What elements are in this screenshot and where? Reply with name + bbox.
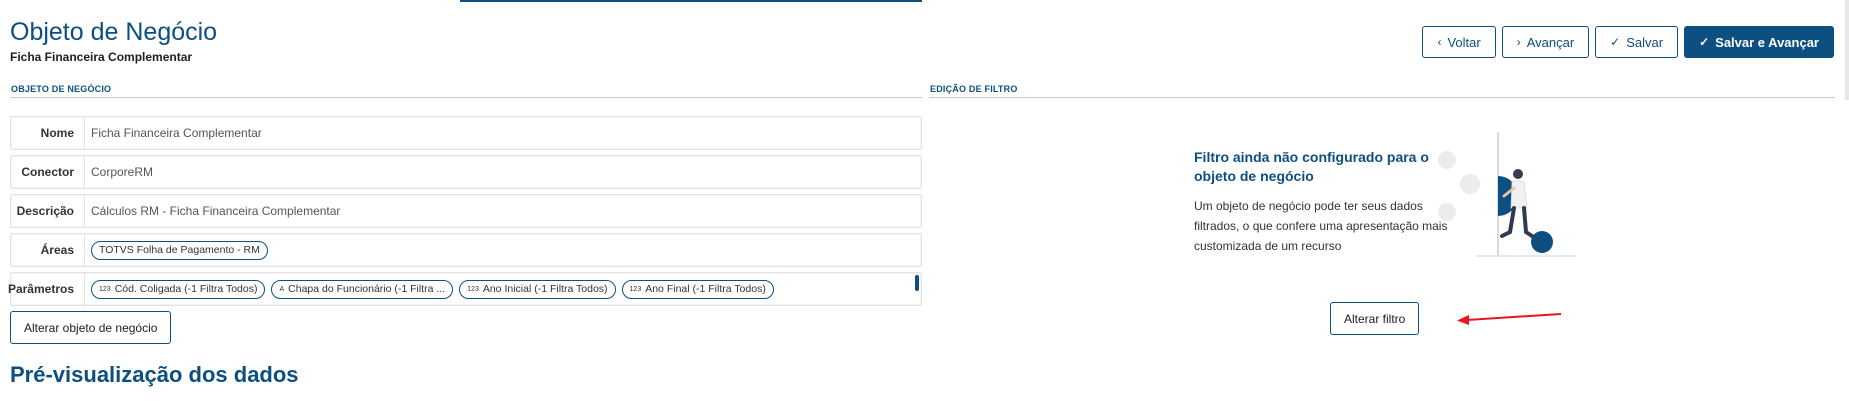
- name-label: Nome: [11, 117, 85, 149]
- connector-field[interactable]: CorporeRM: [85, 156, 921, 188]
- active-tab-indicator: [460, 0, 922, 2]
- parameter-chip[interactable]: 123 Ano Inicial (-1 Filtra Todos): [459, 279, 616, 299]
- parameter-chip-label: Ano Inicial (-1 Filtra Todos): [482, 283, 608, 295]
- page-title: Objeto de Negócio: [10, 18, 218, 46]
- page-subtitle: Ficha Financeira Complementar: [10, 50, 193, 64]
- alter-business-object-button[interactable]: Alterar objeto de negócio: [10, 311, 172, 344]
- save-and-next-button-label: Salvar e Avançar: [1715, 34, 1819, 50]
- numeric-type-icon: 123: [629, 285, 642, 293]
- parameter-chip[interactable]: 123 Ano Final (-1 Filtra Todos): [621, 279, 774, 299]
- empty-filter-description: Um objeto de negócio pode ter seus dados…: [1194, 199, 1448, 253]
- area-chip-label: TOTVS Folha de Pagamento - RM: [99, 244, 260, 256]
- save-button-label: Salvar: [1626, 34, 1664, 50]
- connector-row: Conector CorporeRM: [10, 155, 922, 189]
- parameter-chip-label: Cód. Coligada (-1 Filtra Todos): [114, 283, 258, 295]
- section-label-business-object: OBJETO DE NEGÓCIO: [11, 84, 112, 94]
- parameters-label: Parâmetros: [8, 273, 85, 305]
- save-and-next-button[interactable]: ✓ Salvar e Avançar: [1684, 26, 1834, 58]
- person-illustration-icon: [1438, 132, 1576, 257]
- parameter-chip[interactable]: A Chapa do Funcionário (-1 Filtra ...: [271, 279, 454, 299]
- next-button-label: Avançar: [1526, 34, 1575, 50]
- area-chip[interactable]: TOTVS Folha de Pagamento - RM: [91, 240, 268, 260]
- areas-row: Áreas TOTVS Folha de Pagamento - RM: [10, 233, 922, 267]
- areas-field[interactable]: TOTVS Folha de Pagamento - RM: [85, 234, 921, 266]
- parameters-field[interactable]: 123 Cód. Coligada (-1 Filtra Todos) A Ch…: [85, 273, 921, 305]
- check-icon: ✓: [1610, 35, 1621, 49]
- chevron-left-icon: ‹: [1437, 35, 1442, 49]
- parameters-row: Parâmetros 123 Cód. Coligada (-1 Filtra …: [8, 272, 922, 306]
- description-label: Descrição: [11, 195, 85, 227]
- parameters-scrollbar[interactable]: [915, 275, 919, 291]
- empty-filter-title: Filtro ainda não configurado para o obje…: [1194, 149, 1429, 184]
- parameter-chip[interactable]: 123 Cód. Coligada (-1 Filtra Todos): [91, 279, 266, 299]
- back-button[interactable]: ‹ Voltar: [1422, 26, 1496, 58]
- numeric-type-icon: 123: [99, 285, 111, 293]
- wizard-actions: ‹ Voltar › Avançar ✓ Salvar ✓ Salvar e A…: [1422, 26, 1834, 58]
- areas-label: Áreas: [11, 234, 85, 266]
- alter-filter-button[interactable]: Alterar filtro: [1330, 302, 1420, 335]
- data-preview-title: Pré-visualização dos dados: [10, 362, 299, 387]
- name-field[interactable]: Ficha Financeira Complementar: [85, 117, 921, 149]
- description-row: Descrição Cálculos RM - Ficha Financeira…: [10, 194, 922, 228]
- chevron-right-icon: ›: [1516, 35, 1521, 49]
- business-object-form: Nome Ficha Financeira Complementar Conec…: [8, 116, 922, 311]
- parameter-chip-label: Ano Final (-1 Filtra Todos): [645, 283, 766, 295]
- section-divider: [10, 97, 922, 98]
- name-row: Nome Ficha Financeira Complementar: [10, 116, 922, 150]
- section-divider: [929, 97, 1835, 98]
- text-type-icon: A: [279, 285, 285, 293]
- annotation-arrow-icon: [1457, 313, 1562, 325]
- next-button[interactable]: › Avançar: [1501, 26, 1590, 58]
- connector-label: Conector: [11, 156, 85, 188]
- check-icon: ✓: [1699, 35, 1710, 49]
- parameter-chip-label: Chapa do Funcionário (-1 Filtra ...: [288, 283, 446, 295]
- description-field[interactable]: Cálculos RM - Ficha Financeira Complemen…: [85, 195, 921, 227]
- save-button[interactable]: ✓ Salvar: [1595, 26, 1679, 58]
- section-label-filter-edit: EDIÇÃO DE FILTRO: [930, 84, 1018, 94]
- page-scrollbar[interactable]: [1845, 0, 1849, 100]
- back-button-label: Voltar: [1447, 34, 1481, 50]
- numeric-type-icon: 123: [467, 285, 479, 293]
